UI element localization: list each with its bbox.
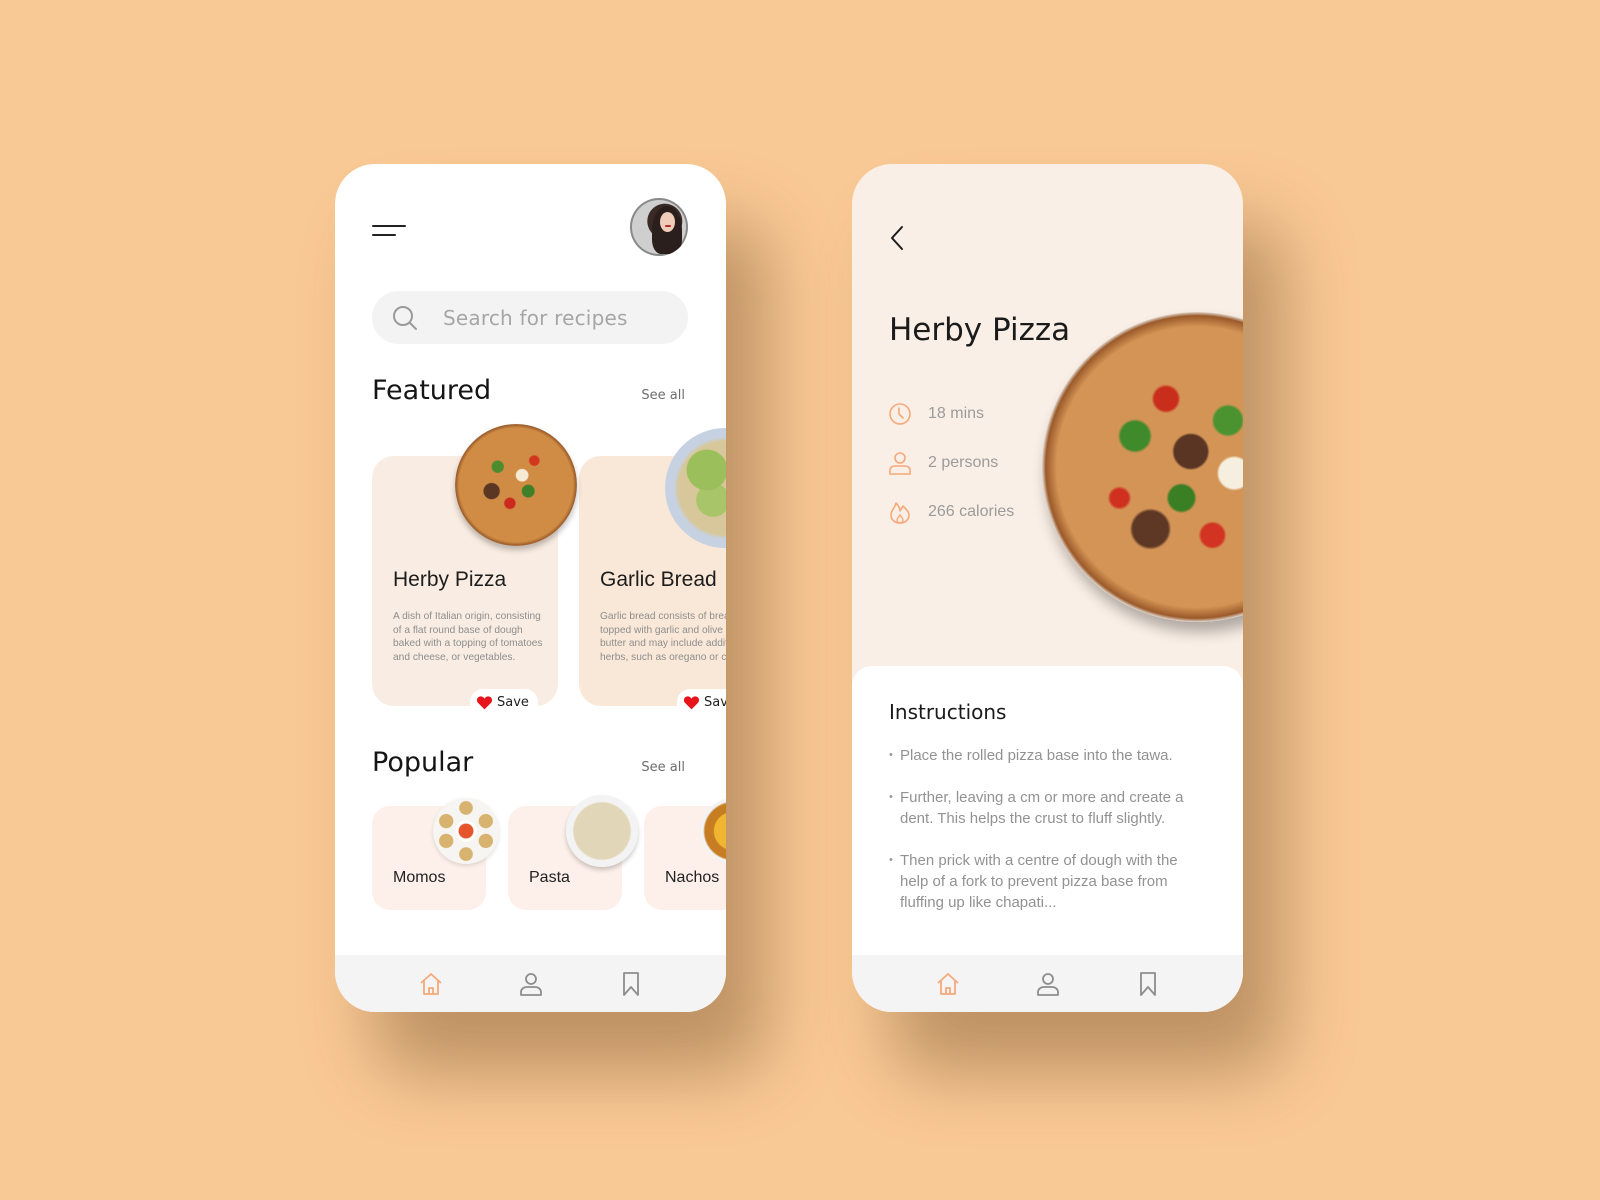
popular-see-all-link[interactable]: See all xyxy=(641,760,685,775)
popular-card-name: Pasta xyxy=(529,869,570,886)
back-button[interactable] xyxy=(888,224,906,252)
bookmark-icon[interactable] xyxy=(618,971,644,997)
meta-servings: 2 persons xyxy=(888,451,998,475)
instruction-step: Then prick with a centre of dough with t… xyxy=(889,850,1199,913)
herby-pizza-hero-image xyxy=(1042,312,1243,622)
featured-see-all-link[interactable]: See all xyxy=(641,388,685,403)
instructions-panel: Instructions Place the rolled pizza base… xyxy=(852,666,1243,966)
featured-card-name: Herby Pizza xyxy=(393,568,507,591)
menu-icon-line xyxy=(372,225,406,227)
heart-icon xyxy=(476,695,493,709)
person-icon xyxy=(889,452,911,475)
herby-pizza-image xyxy=(455,424,577,546)
profile-icon[interactable] xyxy=(518,971,544,997)
meta-calories: 266 calories xyxy=(888,500,1014,524)
meta-time: 18 mins xyxy=(888,402,984,426)
instruction-step: Place the rolled pizza base into the taw… xyxy=(889,745,1199,766)
popular-card-name: Momos xyxy=(393,869,446,886)
instructions-list: Place the rolled pizza base into the taw… xyxy=(889,745,1199,934)
save-button[interactable]: Save xyxy=(470,689,538,715)
featured-card-description: A dish of Italian origin, consisting of … xyxy=(393,611,543,663)
home-icon[interactable] xyxy=(935,971,961,997)
featured-card-name: Garlic Bread xyxy=(600,568,717,591)
pasta-image xyxy=(566,795,638,867)
popular-card-name: Nachos xyxy=(665,869,720,886)
clock-icon xyxy=(889,403,911,425)
bookmark-icon[interactable] xyxy=(1135,971,1161,997)
meta-text: 18 mins xyxy=(928,405,985,422)
instructions-heading: Instructions xyxy=(889,700,1007,724)
search-input[interactable]: Search for recipes xyxy=(372,291,688,344)
save-label: Save xyxy=(497,694,529,710)
home-screen: Search for recipes Featured See all Herb… xyxy=(335,164,726,1012)
avatar[interactable] xyxy=(630,198,688,256)
bottom-nav xyxy=(335,955,726,1012)
momos-image xyxy=(433,798,499,864)
meta-text: 2 persons xyxy=(928,454,999,471)
featured-card-description: Garlic bread consists of bread topped wi… xyxy=(600,611,726,663)
save-label: Save xyxy=(704,694,726,710)
menu-icon-line xyxy=(372,234,396,236)
recipe-title: Herby Pizza xyxy=(889,312,1071,348)
recipe-detail-screen: Herby Pizza 18 mins 2 persons 266 calori… xyxy=(852,164,1243,1012)
instruction-step: Further, leaving a cm or more and create… xyxy=(889,787,1199,829)
profile-icon[interactable] xyxy=(1035,971,1061,997)
popular-title: Popular xyxy=(372,747,474,778)
search-placeholder: Search for recipes xyxy=(443,305,628,330)
meta-text: 266 calories xyxy=(928,503,1015,520)
menu-button[interactable] xyxy=(372,224,406,238)
flame-icon xyxy=(890,502,910,524)
home-icon[interactable] xyxy=(418,971,444,997)
search-icon xyxy=(393,305,417,330)
save-button[interactable]: Save xyxy=(677,689,726,715)
bottom-nav xyxy=(852,955,1243,1012)
heart-icon xyxy=(683,695,700,709)
featured-title: Featured xyxy=(372,375,492,406)
